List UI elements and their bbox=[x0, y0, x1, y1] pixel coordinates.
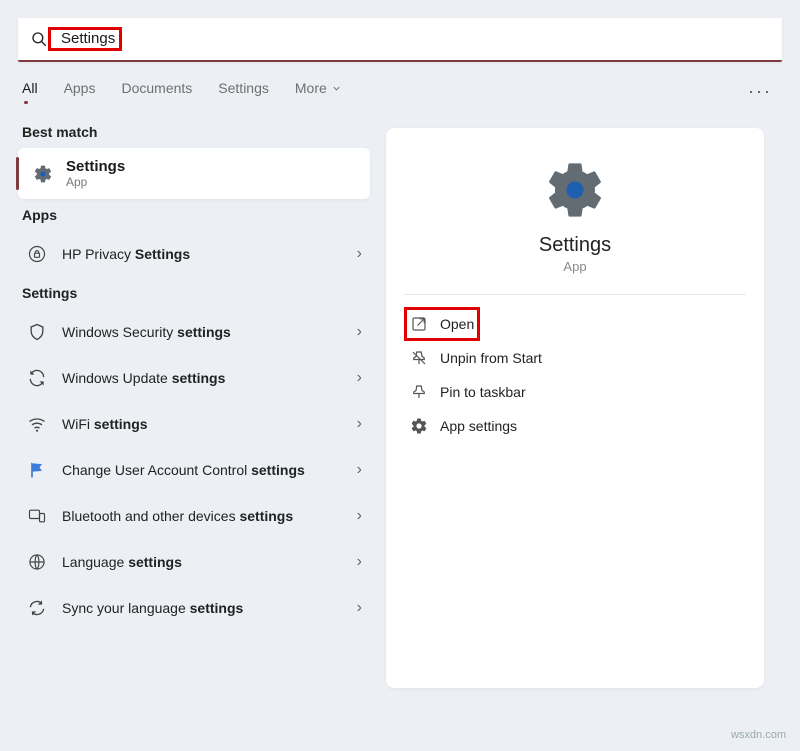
detail-subtitle: App bbox=[404, 259, 746, 274]
action-open[interactable]: Open bbox=[404, 307, 480, 341]
action-app-settings[interactable]: App settings bbox=[404, 409, 746, 443]
detail-title: Settings bbox=[404, 234, 746, 257]
wifi-icon bbox=[26, 413, 48, 435]
chevron-right-icon: › bbox=[357, 245, 362, 263]
pin-icon bbox=[410, 383, 428, 401]
result-wifi-settings[interactable]: WiFi settings › bbox=[18, 401, 370, 447]
more-options-button[interactable]: ··· bbox=[748, 81, 778, 102]
gear-icon bbox=[404, 158, 746, 222]
tab-more[interactable]: More bbox=[295, 80, 342, 102]
result-hp-privacy-settings[interactable]: HP Privacy Settings › bbox=[18, 231, 370, 277]
tab-all[interactable]: All bbox=[22, 80, 38, 102]
result-label: Language settings bbox=[62, 553, 343, 572]
result-label: HP Privacy Settings bbox=[62, 245, 343, 264]
chevron-right-icon: › bbox=[357, 461, 362, 479]
chevron-right-icon: › bbox=[357, 323, 362, 341]
action-unpin-from-start[interactable]: Unpin from Start bbox=[404, 341, 746, 375]
globe-icon bbox=[26, 551, 48, 573]
best-match-card[interactable]: Settings App bbox=[18, 148, 370, 199]
result-sync-language-settings[interactable]: Sync your language settings › bbox=[18, 585, 370, 631]
tab-documents[interactable]: Documents bbox=[121, 80, 192, 102]
shield-icon bbox=[26, 321, 48, 343]
action-label: Open bbox=[440, 316, 474, 332]
tab-more-label: More bbox=[295, 80, 327, 96]
search-icon bbox=[30, 30, 48, 48]
devices-icon bbox=[26, 505, 48, 527]
watermark: wsxdn.com bbox=[731, 729, 786, 741]
search-tabs: All Apps Documents Settings More ··· bbox=[18, 62, 782, 110]
search-bar[interactable]: Settings bbox=[18, 18, 782, 62]
action-pin-to-taskbar[interactable]: Pin to taskbar bbox=[404, 375, 746, 409]
chevron-right-icon: › bbox=[357, 553, 362, 571]
search-input[interactable]: Settings bbox=[57, 28, 119, 49]
result-bluetooth-settings[interactable]: Bluetooth and other devices settings › bbox=[18, 493, 370, 539]
divider bbox=[404, 294, 746, 295]
result-windows-security-settings[interactable]: Windows Security settings › bbox=[18, 309, 370, 355]
result-label: WiFi settings bbox=[62, 415, 343, 434]
result-label: Windows Security settings bbox=[62, 323, 343, 342]
refresh-icon bbox=[26, 367, 48, 389]
chevron-right-icon: › bbox=[357, 415, 362, 433]
apps-section-label: Apps bbox=[18, 199, 370, 231]
result-label: Bluetooth and other devices settings bbox=[62, 507, 343, 526]
result-label: Windows Update settings bbox=[62, 369, 343, 388]
action-label: App settings bbox=[440, 418, 517, 434]
tab-settings[interactable]: Settings bbox=[218, 80, 269, 102]
best-match-title: Settings bbox=[66, 158, 125, 175]
flag-icon bbox=[26, 459, 48, 481]
gear-icon bbox=[32, 163, 54, 185]
chevron-right-icon: › bbox=[357, 599, 362, 617]
settings-section-label: Settings bbox=[18, 277, 370, 309]
result-uac-settings[interactable]: Change User Account Control settings › bbox=[18, 447, 370, 493]
lock-icon bbox=[26, 243, 48, 265]
gear-icon bbox=[410, 417, 428, 435]
unpin-icon bbox=[410, 349, 428, 367]
chevron-down-icon bbox=[331, 83, 342, 94]
action-label: Pin to taskbar bbox=[440, 384, 526, 400]
result-label: Change User Account Control settings bbox=[62, 461, 343, 480]
chevron-right-icon: › bbox=[357, 369, 362, 387]
result-language-settings[interactable]: Language settings › bbox=[18, 539, 370, 585]
action-label: Unpin from Start bbox=[440, 350, 542, 366]
detail-panel: Settings App Open Unpin from Start Pin t… bbox=[386, 128, 764, 688]
result-label: Sync your language settings bbox=[62, 599, 343, 618]
result-windows-update-settings[interactable]: Windows Update settings › bbox=[18, 355, 370, 401]
chevron-right-icon: › bbox=[357, 507, 362, 525]
best-match-subtitle: App bbox=[66, 175, 125, 189]
sync-icon bbox=[26, 597, 48, 619]
tab-apps[interactable]: Apps bbox=[64, 80, 96, 102]
results-column: Best match Settings App Apps HP Privacy … bbox=[18, 116, 370, 688]
best-match-label: Best match bbox=[18, 116, 370, 148]
open-icon bbox=[410, 315, 428, 333]
